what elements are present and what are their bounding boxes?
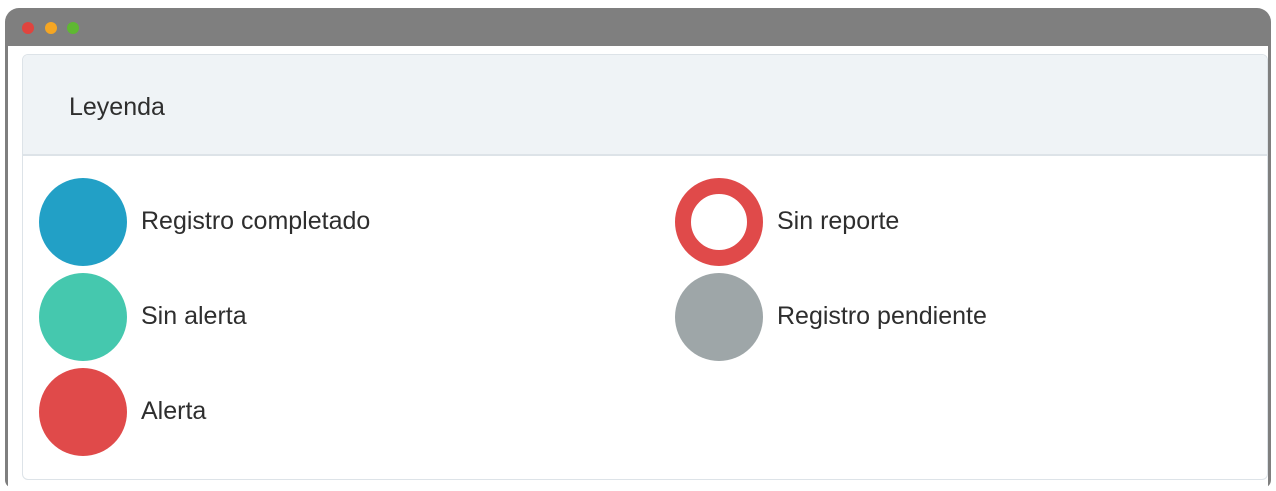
legend-title: Leyenda <box>69 93 165 121</box>
legend-label: Alerta <box>141 397 207 425</box>
minimize-window-icon[interactable] <box>45 22 57 34</box>
maximize-window-icon[interactable] <box>67 22 79 34</box>
legend-label: Registro pendiente <box>777 302 987 330</box>
legend-label: Registro completado <box>141 207 371 235</box>
sin-reporte-ring-icon <box>675 178 763 266</box>
window-content: Leyenda Registro completado Sin alerta A… <box>8 46 1268 488</box>
browser-window: Leyenda Registro completado Sin alerta A… <box>5 8 1271 488</box>
sin-alerta-circle-icon <box>39 273 127 361</box>
window-titlebar <box>5 8 1271 46</box>
legend-label: Sin alerta <box>141 302 247 330</box>
registro-pendiente-circle-icon <box>675 273 763 361</box>
close-window-icon[interactable] <box>22 22 34 34</box>
legend-label: Sin reporte <box>777 207 900 235</box>
alerta-circle-icon <box>39 368 127 456</box>
legend-header: Leyenda <box>23 55 1267 156</box>
registro-completado-circle-icon <box>39 178 127 266</box>
legend-panel: Leyenda Registro completado Sin alerta A… <box>22 54 1268 480</box>
